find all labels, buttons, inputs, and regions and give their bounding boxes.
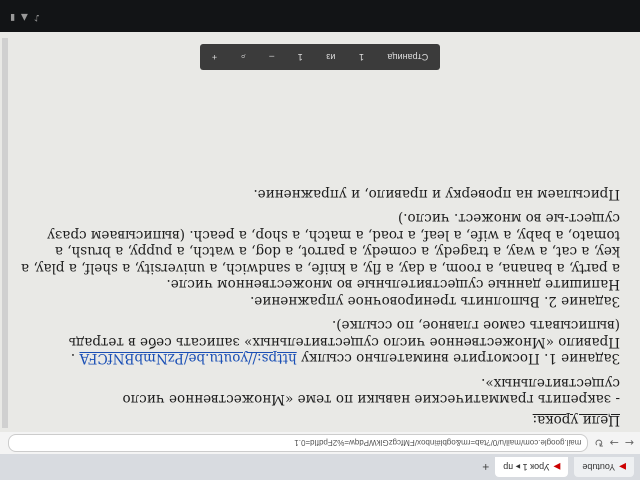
tab-youtube[interactable]: ▶ Youtube	[574, 457, 634, 477]
browser-toolbar: ← → ↻ mail.google.com/mail/u/0/?tab=rm&o…	[0, 432, 640, 454]
new-tab-plus-icon[interactable]: +	[482, 460, 489, 474]
video-link[interactable]: https://youtu.be/PzNmbBNfCFA	[79, 351, 296, 367]
tab-label: Урок 1 ▸ пр	[503, 462, 550, 473]
page-label: Страница	[387, 52, 429, 62]
document-page: Цели урока: - закрепить грамматические н…	[20, 68, 620, 428]
tab-document[interactable]: ▶ Урок 1 ▸ пр	[495, 457, 569, 477]
forward-arrow-icon[interactable]: →	[610, 437, 619, 450]
taskbar: ♪ ▲ ▮	[0, 0, 640, 32]
task-1: Задание 1. Посмотрите внимательно ссылку…	[20, 317, 620, 367]
page-total: 1	[297, 52, 303, 62]
lesson-goals-heading: Цели урока:	[532, 412, 620, 428]
network-icon[interactable]: ▲	[21, 12, 28, 22]
lesson-goal: - закрепить грамматические навыки по тем…	[122, 375, 620, 408]
volume-icon[interactable]: ♪	[34, 12, 40, 22]
task-2-words: a party, a banana, a room, a day, a fly,…	[21, 210, 620, 277]
tab-label: Youtube	[582, 462, 616, 472]
zoom-in-icon[interactable]: +	[212, 52, 217, 62]
back-arrow-icon[interactable]: ←	[625, 437, 634, 450]
pdf-toolbar: Страница 1 из 1 – ⌕ +	[200, 44, 440, 70]
youtube-icon: ▶	[553, 462, 561, 473]
url-text: mail.google.com/mail/u/0/?tab=rm&ogbl#in…	[294, 438, 582, 448]
reload-icon[interactable]: ↻	[594, 437, 603, 450]
system-tray: ♪ ▲ ▮	[10, 12, 40, 22]
zoom-icon[interactable]: ⌕	[241, 52, 246, 63]
task-2-title: Задание 2. Выполнить тренировочное упраж…	[250, 293, 620, 309]
task-2-instruction: Напишите данные существительные во множе…	[166, 276, 620, 293]
tab-bar: ▶ Youtube ▶ Урок 1 ▸ пр +	[0, 454, 640, 480]
address-bar[interactable]: mail.google.com/mail/u/0/?tab=rm&ogbl#in…	[8, 434, 589, 452]
task-1-prefix: Задание 1. Посмотрите внимательно ссылку	[296, 350, 620, 367]
screen: ▶ Youtube ▶ Урок 1 ▸ пр + ← → ↻ mail.goo…	[0, 0, 640, 480]
youtube-icon: ▶	[619, 462, 626, 473]
page-separator: из	[326, 52, 336, 62]
scrollbar[interactable]	[2, 38, 8, 428]
battery-icon[interactable]: ▮	[10, 12, 15, 22]
page-current[interactable]: 1	[359, 52, 364, 62]
zoom-out-icon[interactable]: –	[269, 52, 274, 62]
footer-note: Присылаем на проверку и правило, и упраж…	[253, 186, 620, 202]
